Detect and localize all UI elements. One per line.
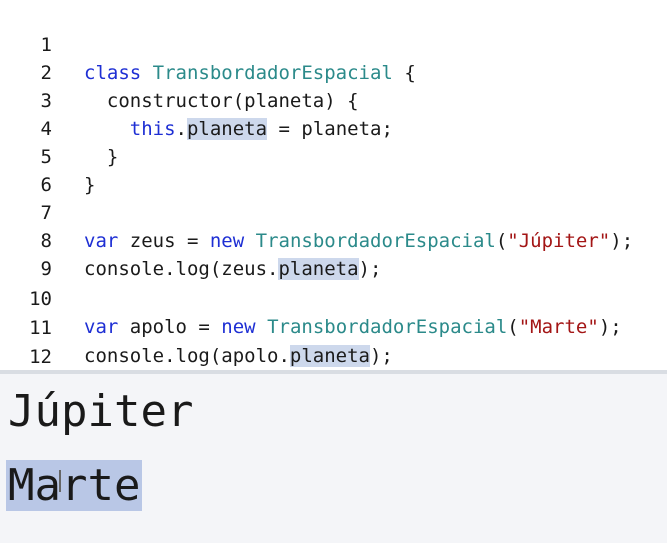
- console-output[interactable]: Júpiter Marte: [0, 374, 667, 543]
- code-line: 2 constructor(planeta) {: [0, 31, 667, 112]
- code-line: 3 this.planeta = planeta;: [0, 59, 667, 140]
- code-line: 5 }: [0, 115, 667, 196]
- code-line: 4 }: [0, 87, 667, 168]
- console-line: Júpiter: [8, 386, 194, 437]
- code-line: 8 console.log(zeus.planeta);: [0, 199, 667, 280]
- code-line: 10 var apolo = new TransbordadorEspacial…: [0, 257, 667, 338]
- code-line: 6: [0, 143, 667, 196]
- console-line-selected[interactable]: Marte: [6, 456, 143, 516]
- code-line: 1 class TransbordadorEspacial {: [0, 3, 667, 84]
- code-line: 13: [0, 343, 667, 370]
- text-cursor-icon: [59, 470, 61, 492]
- code-line: 12: [0, 315, 667, 368]
- code-line: 7 var zeus = new TransbordadorEspacial("…: [0, 171, 667, 252]
- code-editor[interactable]: 1 class TransbordadorEspacial { 2 constr…: [0, 0, 667, 370]
- code-line: 11 console.log(apolo.planeta);: [0, 286, 667, 367]
- code-line: 9: [0, 227, 667, 280]
- selected-text[interactable]: Marte: [6, 460, 143, 511]
